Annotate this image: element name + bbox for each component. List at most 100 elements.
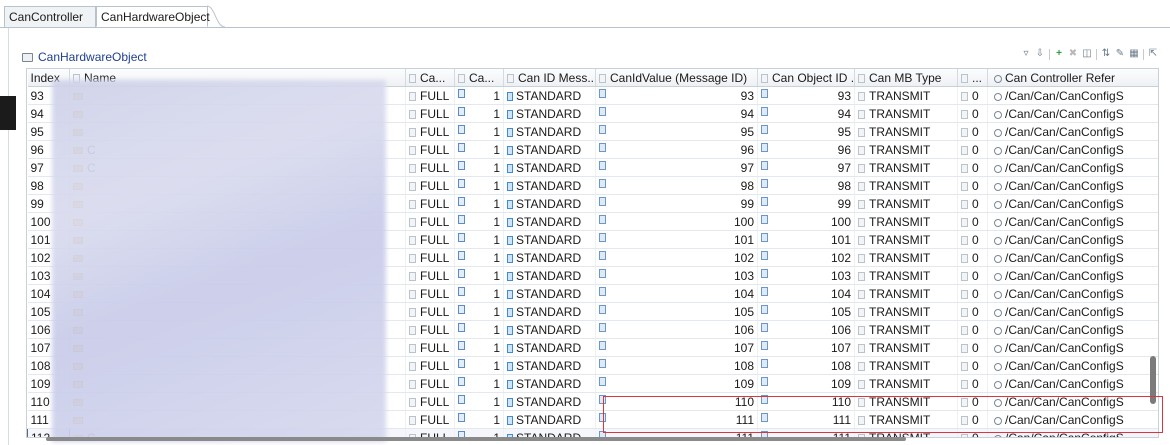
copy-icon[interactable]: ◫ xyxy=(1082,49,1092,59)
cell-can-id-value[interactable]: 100 xyxy=(595,212,758,231)
cell-ca2[interactable]: 1 xyxy=(454,320,504,339)
cell-ca1[interactable]: FULL xyxy=(405,212,455,231)
cell-ca2[interactable]: 1 xyxy=(454,284,504,303)
cell-count[interactable]: 0 xyxy=(957,104,988,123)
cell-can-object-id[interactable]: 99 xyxy=(757,194,855,213)
cell-can-id-message[interactable]: STANDARD xyxy=(503,392,596,411)
cell-ca1[interactable]: FULL xyxy=(405,374,455,393)
col-header-ca1[interactable]: Ca... xyxy=(405,69,455,87)
add-icon[interactable]: + xyxy=(1054,49,1064,59)
cell-can-id-message[interactable]: STANDARD xyxy=(503,320,596,339)
cell-count[interactable]: 0 xyxy=(957,410,988,429)
cell-can-controller-ref[interactable]: /Can/Can/CanConfigS xyxy=(987,86,1158,105)
cell-ca1[interactable]: FULL xyxy=(405,86,455,105)
cell-can-mb-type[interactable]: TRANSMIT xyxy=(854,410,958,429)
cell-can-controller-ref[interactable]: /Can/Can/CanConfigS xyxy=(987,158,1158,177)
cell-can-id-message[interactable]: STANDARD xyxy=(503,284,596,303)
edit-icon[interactable]: ✎ xyxy=(1115,49,1125,59)
cell-can-mb-type[interactable]: TRANSMIT xyxy=(854,86,958,105)
cell-can-controller-ref[interactable]: /Can/Can/CanConfigS xyxy=(987,176,1158,195)
cell-can-id-value[interactable]: 97 xyxy=(595,158,758,177)
cell-can-id-value[interactable]: 111 xyxy=(595,410,758,429)
cell-can-mb-type[interactable]: TRANSMIT xyxy=(854,356,958,375)
cell-can-id-value[interactable]: 109 xyxy=(595,374,758,393)
cell-can-mb-type[interactable]: TRANSMIT xyxy=(854,194,958,213)
table-view-icon[interactable]: ▦ xyxy=(1129,49,1139,59)
cell-can-mb-type[interactable]: TRANSMIT xyxy=(854,230,958,249)
cell-ca1[interactable]: FULL xyxy=(405,248,455,267)
cell-can-id-value[interactable]: 99 xyxy=(595,194,758,213)
cell-ca1[interactable]: FULL xyxy=(405,104,455,123)
cell-can-object-id[interactable]: 110 xyxy=(757,392,855,411)
cell-count[interactable]: 0 xyxy=(957,320,988,339)
cell-can-mb-type[interactable]: TRANSMIT xyxy=(854,266,958,285)
cell-can-mb-type[interactable]: TRANSMIT xyxy=(854,320,958,339)
cell-can-object-id[interactable]: 96 xyxy=(757,140,855,159)
cell-ca1[interactable]: FULL xyxy=(405,176,455,195)
cell-can-id-value[interactable]: 105 xyxy=(595,302,758,321)
cell-can-mb-type[interactable]: TRANSMIT xyxy=(854,338,958,357)
cell-ca1[interactable]: FULL xyxy=(405,194,455,213)
cell-can-controller-ref[interactable]: /Can/Can/CanConfigS xyxy=(987,140,1158,159)
col-header-collapsed[interactable]: ... xyxy=(957,69,988,87)
col-header-can-id-value[interactable]: CanIdValue (Message ID) xyxy=(595,69,758,87)
cell-count[interactable]: 0 xyxy=(957,194,988,213)
cell-can-controller-ref[interactable]: /Can/Can/CanConfigS xyxy=(987,356,1158,375)
cell-can-controller-ref[interactable]: /Can/Can/CanConfigS xyxy=(987,410,1158,429)
cell-can-object-id[interactable]: 102 xyxy=(757,248,855,267)
cell-can-id-value[interactable]: 93 xyxy=(595,86,758,105)
cell-can-id-message[interactable]: STANDARD xyxy=(503,374,596,393)
cell-can-controller-ref[interactable]: /Can/Can/CanConfigS xyxy=(987,284,1158,303)
cell-can-controller-ref[interactable]: /Can/Can/CanConfigS xyxy=(987,122,1158,141)
cell-count[interactable]: 0 xyxy=(957,284,988,303)
cell-count[interactable]: 0 xyxy=(957,122,988,141)
cell-can-controller-ref[interactable]: /Can/Can/CanConfigS xyxy=(987,302,1158,321)
cell-can-id-message[interactable]: STANDARD xyxy=(503,194,596,213)
cell-count[interactable]: 0 xyxy=(957,86,988,105)
cell-count[interactable]: 0 xyxy=(957,230,988,249)
cell-ca1[interactable]: FULL xyxy=(405,410,455,429)
cell-ca2[interactable]: 1 xyxy=(454,194,504,213)
cell-can-controller-ref[interactable]: /Can/Can/CanConfigS xyxy=(987,266,1158,285)
cell-can-object-id[interactable]: 111 xyxy=(757,410,855,429)
cell-count[interactable]: 0 xyxy=(957,428,988,437)
cell-can-controller-ref[interactable]: /Can/Can/CanConfigS xyxy=(987,212,1158,231)
col-header-can-object-id[interactable]: Can Object ID ... xyxy=(757,69,855,87)
cell-can-id-message[interactable]: STANDARD xyxy=(503,230,596,249)
cell-can-mb-type[interactable]: TRANSMIT xyxy=(854,374,958,393)
cell-can-object-id[interactable]: 105 xyxy=(757,302,855,321)
cell-count[interactable]: 0 xyxy=(957,374,988,393)
cell-can-object-id[interactable]: 101 xyxy=(757,230,855,249)
cell-can-id-value[interactable]: 110 xyxy=(595,392,758,411)
cell-can-object-id[interactable]: 104 xyxy=(757,284,855,303)
cell-count[interactable]: 0 xyxy=(957,176,988,195)
cell-ca2[interactable]: 1 xyxy=(454,212,504,231)
cell-can-id-message[interactable]: STANDARD xyxy=(503,122,596,141)
cell-can-id-value[interactable]: 104 xyxy=(595,284,758,303)
cell-ca2[interactable]: 1 xyxy=(454,122,504,141)
cell-can-id-value[interactable]: 94 xyxy=(595,104,758,123)
cell-can-id-message[interactable]: STANDARD xyxy=(503,266,596,285)
filter-icon[interactable]: ▿ xyxy=(1021,49,1031,59)
cell-can-controller-ref[interactable]: /Can/Can/CanConfigS xyxy=(987,338,1158,357)
cell-ca1[interactable]: FULL xyxy=(405,356,455,375)
cell-can-controller-ref[interactable]: /Can/Can/CanConfigS xyxy=(987,320,1158,339)
cell-can-id-message[interactable]: STANDARD xyxy=(503,176,596,195)
tab-can-controller[interactable]: CanController xyxy=(4,6,96,27)
cell-ca2[interactable]: 1 xyxy=(454,158,504,177)
cell-ca1[interactable]: FULL xyxy=(405,338,455,357)
cell-can-controller-ref[interactable]: /Can/Can/CanConfigS xyxy=(987,392,1158,411)
cell-can-mb-type[interactable]: TRANSMIT xyxy=(854,248,958,267)
cell-ca2[interactable]: 1 xyxy=(454,248,504,267)
cell-ca2[interactable]: 1 xyxy=(454,86,504,105)
cell-ca2[interactable]: 1 xyxy=(454,392,504,411)
cell-can-object-id[interactable]: 95 xyxy=(757,122,855,141)
cell-ca1[interactable]: FULL xyxy=(405,392,455,411)
cell-can-id-message[interactable]: STANDARD xyxy=(503,356,596,375)
cell-can-id-message[interactable]: STANDARD xyxy=(503,248,596,267)
move-icon[interactable]: ⇅ xyxy=(1101,49,1111,59)
cell-can-mb-type[interactable]: TRANSMIT xyxy=(854,392,958,411)
cell-can-object-id[interactable]: 100 xyxy=(757,212,855,231)
cell-ca2[interactable]: 1 xyxy=(454,338,504,357)
cell-can-mb-type[interactable]: TRANSMIT xyxy=(854,176,958,195)
